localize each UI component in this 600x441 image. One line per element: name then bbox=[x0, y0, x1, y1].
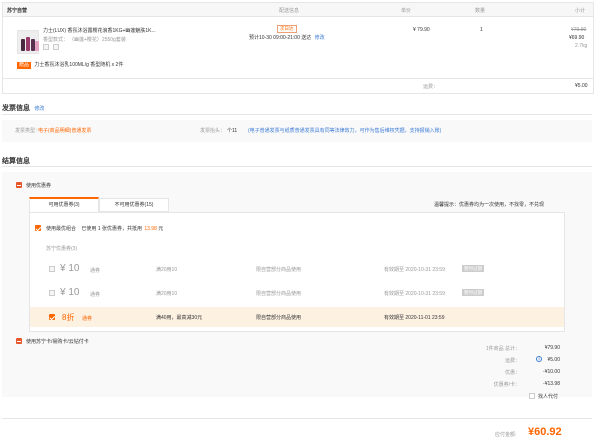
invoice-head-value: 个11 bbox=[227, 128, 238, 134]
summary-label: 1件商品 总计： bbox=[485, 346, 520, 352]
summary-label: 运费： bbox=[504, 358, 520, 364]
coupon-condition: 满40用，最高减30元 bbox=[156, 315, 203, 321]
product-weight: 2.7kg bbox=[575, 43, 588, 49]
unit-price: ¥ 79.90 bbox=[413, 27, 430, 33]
summary-label: 优惠券/卡： bbox=[493, 382, 520, 388]
coupon-type: 通券 bbox=[90, 268, 101, 274]
coupon-row-selected[interactable]: 8折 通券 满40用，最高减30元 限自营部分商品使用 有效期至 2020-11… bbox=[30, 307, 564, 327]
coupon-type: 通券 bbox=[82, 316, 93, 322]
coupon-row[interactable]: ¥ 10 通券 满20用10 限自营部分商品使用 有效期至 2020-10-31… bbox=[30, 283, 564, 303]
shipping-label: 运费： bbox=[423, 84, 439, 90]
invoice-note: (电子普通发票与纸质普通发票具有同等法律效力，可作为售后维权凭据，支持报销入账) bbox=[248, 128, 442, 134]
coupon-value: ¥ 10 bbox=[60, 287, 80, 298]
gift-tag: 赠品 bbox=[17, 62, 32, 69]
collapse-icon[interactable] bbox=[16, 182, 22, 188]
delivery-time: 预计10-30 09:00-21:00 送达 修改 bbox=[249, 35, 325, 41]
proxy-pay-label[interactable]: 找人代付 bbox=[538, 393, 558, 400]
coupon-expire: 有效期至 2020-11-01 23:59 bbox=[384, 315, 445, 321]
use-coupon-label[interactable]: 使用优惠券 bbox=[26, 182, 51, 189]
best-combo-text: 使用最优组合 已使用 1 张优惠券，共抵用 13.98 元 bbox=[46, 226, 164, 232]
summary-value: ¥5.00 bbox=[547, 357, 560, 363]
original-price: ¥79.90 bbox=[571, 27, 587, 33]
invoice-edit-link[interactable]: 修改 bbox=[34, 106, 44, 112]
coupon-expire: 有效期至 2020-10-31 23:59 bbox=[384, 291, 445, 297]
product-name[interactable]: 力士(LUX) 香氛沐浴露樱花浪香1KG+幽莲魅肤1K... bbox=[43, 27, 193, 34]
coupon-checkbox-checked[interactable] bbox=[49, 314, 55, 320]
best-combo-amount: 13.98 bbox=[144, 226, 157, 232]
delivery-edit-link[interactable]: 修改 bbox=[315, 35, 325, 41]
coupon-condition: 满20用10 bbox=[156, 267, 178, 273]
invoice-type-label: 发票类型： bbox=[15, 128, 41, 134]
order-table: 苏宁自营 配送信息 单价 数量 小计 力士(LUX) 香氛沐浴露樱花浪香1KG+… bbox=[2, 2, 594, 94]
coupon-scope: 限自营部分商品使用 bbox=[256, 291, 302, 297]
total-label: 应付金额: bbox=[495, 432, 517, 438]
coupon-row[interactable]: ¥ 10 通券 满20用10 限自营部分商品使用 有效期至 2020-10-31… bbox=[30, 259, 564, 279]
header-price: 单价 bbox=[401, 8, 412, 14]
invoice-type-value: 电子(商品明细)普通发票 bbox=[38, 128, 92, 134]
coupon-scope: 限自营部分商品使用 bbox=[256, 267, 302, 273]
coupon-type: 通券 bbox=[90, 292, 101, 298]
coupon-panel: 使用最优组合 已使用 1 张优惠券，共抵用 13.98 元 苏宁优惠券(3) ¥… bbox=[29, 212, 565, 332]
gift-text: 力士香氛沐浴乳100ML/g 香型随机 x 2件 bbox=[34, 62, 124, 68]
store-name: 苏宁自营 bbox=[7, 8, 28, 14]
shipping-value: ¥5.00 bbox=[575, 83, 588, 89]
gift-line: 赠品 力士香氛沐浴乳100ML/g 香型随机 x 2件 bbox=[17, 61, 123, 69]
quantity: 1 bbox=[480, 27, 483, 33]
header-subtotal: 小计 bbox=[575, 8, 586, 14]
product-spec-value: （幽莲+樱花）2550g套装 bbox=[69, 37, 126, 43]
coupon-group-label: 苏宁优惠券(3) bbox=[46, 246, 78, 252]
summary-value: -¥13.98 bbox=[543, 381, 560, 387]
coupon-checkbox[interactable] bbox=[49, 290, 55, 296]
coupon-expired-button[interactable]: 暂时过期 bbox=[462, 265, 484, 272]
tab-unavailable-coupons[interactable]: 不可用优惠券(15) bbox=[99, 198, 169, 212]
coupon-expired-button[interactable]: 暂时过期 bbox=[462, 289, 484, 296]
best-combo-checkbox[interactable] bbox=[35, 225, 41, 231]
total-amount: ¥60.92 bbox=[528, 426, 562, 438]
settle-title: 结算信息 bbox=[2, 158, 30, 165]
coupon-scope: 限自营部分商品使用 bbox=[256, 315, 302, 321]
summary-value: ¥79.90 bbox=[544, 345, 560, 351]
product-spec-label: 香型款式： bbox=[43, 37, 69, 43]
card-label[interactable]: 使用苏宁卡/易购卡/云钻付卡 bbox=[26, 338, 89, 345]
coupon-expire: 有效期至 2020-10-31 23:59 bbox=[384, 267, 445, 273]
invoice-box: 发票类型： 电子(商品明细)普通发票 发票抬头： 个11 (电子普通发票与纸质普… bbox=[2, 120, 592, 142]
tab-available-coupons[interactable]: 可用优惠券(3) bbox=[29, 197, 99, 212]
summary-value: -¥10.00 bbox=[543, 369, 560, 375]
collapse-icon[interactable] bbox=[16, 338, 22, 344]
coupon-value: ¥ 10 bbox=[60, 263, 80, 274]
service-icon[interactable] bbox=[43, 44, 49, 50]
coupon-checkbox[interactable] bbox=[49, 266, 55, 272]
product-image[interactable] bbox=[17, 30, 39, 54]
service-icon[interactable] bbox=[53, 44, 59, 50]
proxy-pay-checkbox[interactable] bbox=[529, 393, 535, 399]
coupon-value: 8折 bbox=[62, 313, 75, 322]
invoice-title: 发票信息 bbox=[2, 105, 30, 112]
order-table-header: 苏宁自营 配送信息 单价 数量 小计 bbox=[3, 3, 593, 17]
coupon-tip: 温馨提示：优惠券均为一次使用，不找零，不兑现 bbox=[434, 202, 545, 208]
header-qty: 数量 bbox=[475, 8, 486, 14]
summary-label: 优惠： bbox=[504, 370, 520, 376]
next-day-badge: 次日达 bbox=[277, 25, 297, 33]
header-delivery: 配送信息 bbox=[279, 8, 300, 14]
coupon-condition: 满20用10 bbox=[156, 291, 178, 297]
invoice-heading: 发票信息 修改 bbox=[2, 103, 44, 113]
subtotal-price: ¥69.90 bbox=[569, 35, 585, 41]
invoice-head-label: 发票抬头： bbox=[200, 128, 226, 134]
